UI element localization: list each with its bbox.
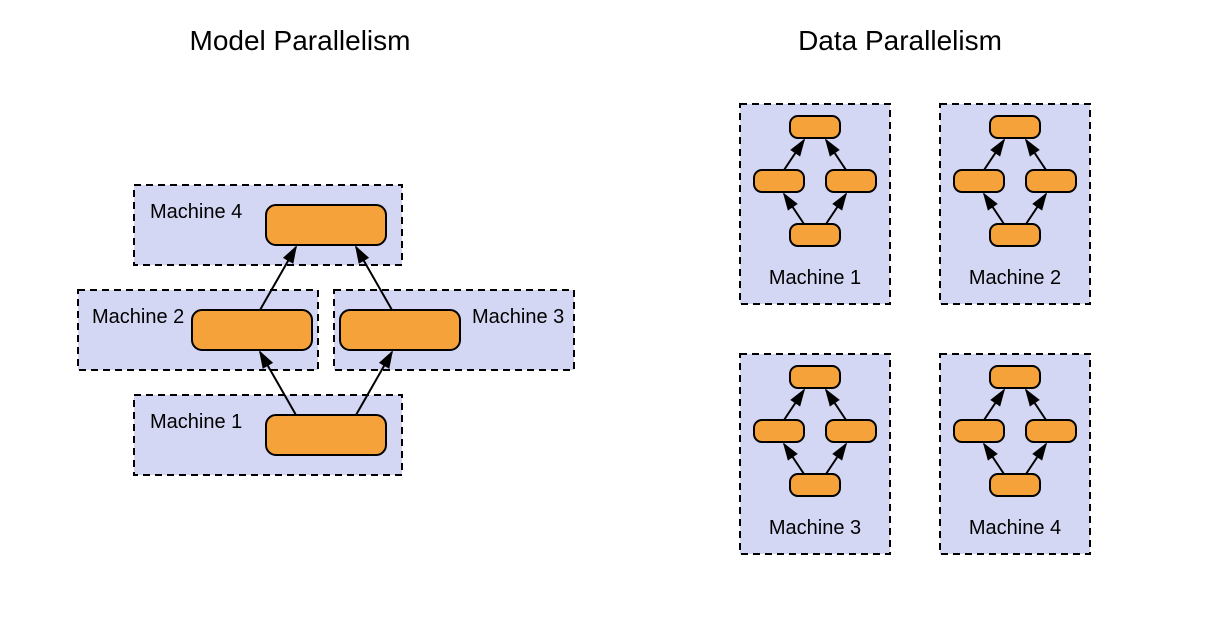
- svg-text:Machine 3: Machine 3: [769, 517, 861, 539]
- model-node-left: [192, 310, 312, 350]
- model-machine-1-label: Machine 1: [150, 411, 242, 433]
- data-machine-1: Machine 1: [740, 104, 890, 304]
- data-machine-2: Machine 2: [940, 104, 1090, 304]
- data-machine-3: Machine 3: [740, 354, 890, 554]
- model-machine-3-label: Machine 3: [472, 306, 564, 328]
- model-machine-4-label: Machine 4: [150, 201, 242, 223]
- model-machine-2-label: Machine 2: [92, 306, 184, 328]
- model-node-right: [340, 310, 460, 350]
- svg-text:Machine 2: Machine 2: [969, 267, 1061, 289]
- model-parallelism-title: Model Parallelism: [190, 25, 411, 56]
- data-parallelism-title: Data Parallelism: [798, 25, 1002, 56]
- model-node-top: [266, 205, 386, 245]
- parallelism-diagram: Model Parallelism Machine 4 Machine 2 Ma…: [0, 0, 1232, 624]
- svg-text:Machine 4: Machine 4: [969, 517, 1061, 539]
- model-node-bottom: [266, 415, 386, 455]
- data-machine-4: Machine 4: [940, 354, 1090, 554]
- svg-text:Machine 1: Machine 1: [769, 267, 861, 289]
